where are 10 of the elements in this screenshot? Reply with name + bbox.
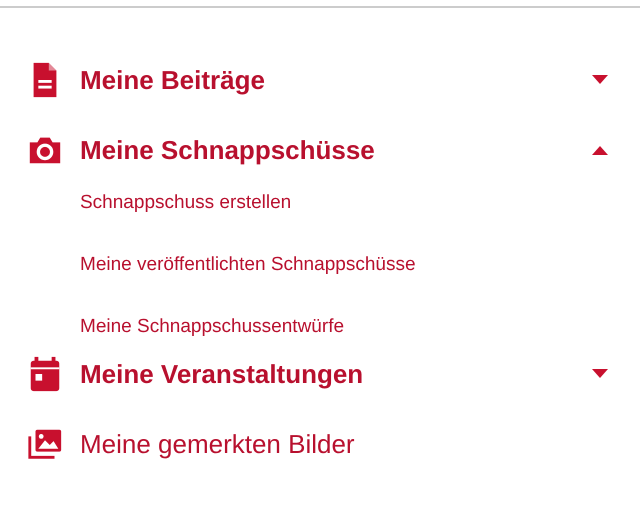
menu-item[interactable]: Meine Veranstaltungen bbox=[80, 358, 364, 390]
submenu-item[interactable]: Meine Schnappschussentwürfe bbox=[80, 314, 344, 340]
submenu-item[interactable]: Schnappschuss erstellen bbox=[80, 190, 292, 216]
caret-icon[interactable] bbox=[590, 144, 610, 156]
menu-item[interactable]: Meine gemerkten Bilder bbox=[80, 428, 355, 460]
menu-item[interactable]: Meine Schnappschüsse bbox=[80, 134, 375, 166]
caret-icon[interactable] bbox=[590, 368, 610, 380]
caret-icon[interactable] bbox=[590, 74, 610, 86]
menu-item[interactable]: Meine Beiträge bbox=[80, 64, 265, 96]
submenu-item[interactable]: Meine veröffentlichten Schnappschüsse bbox=[80, 252, 416, 278]
